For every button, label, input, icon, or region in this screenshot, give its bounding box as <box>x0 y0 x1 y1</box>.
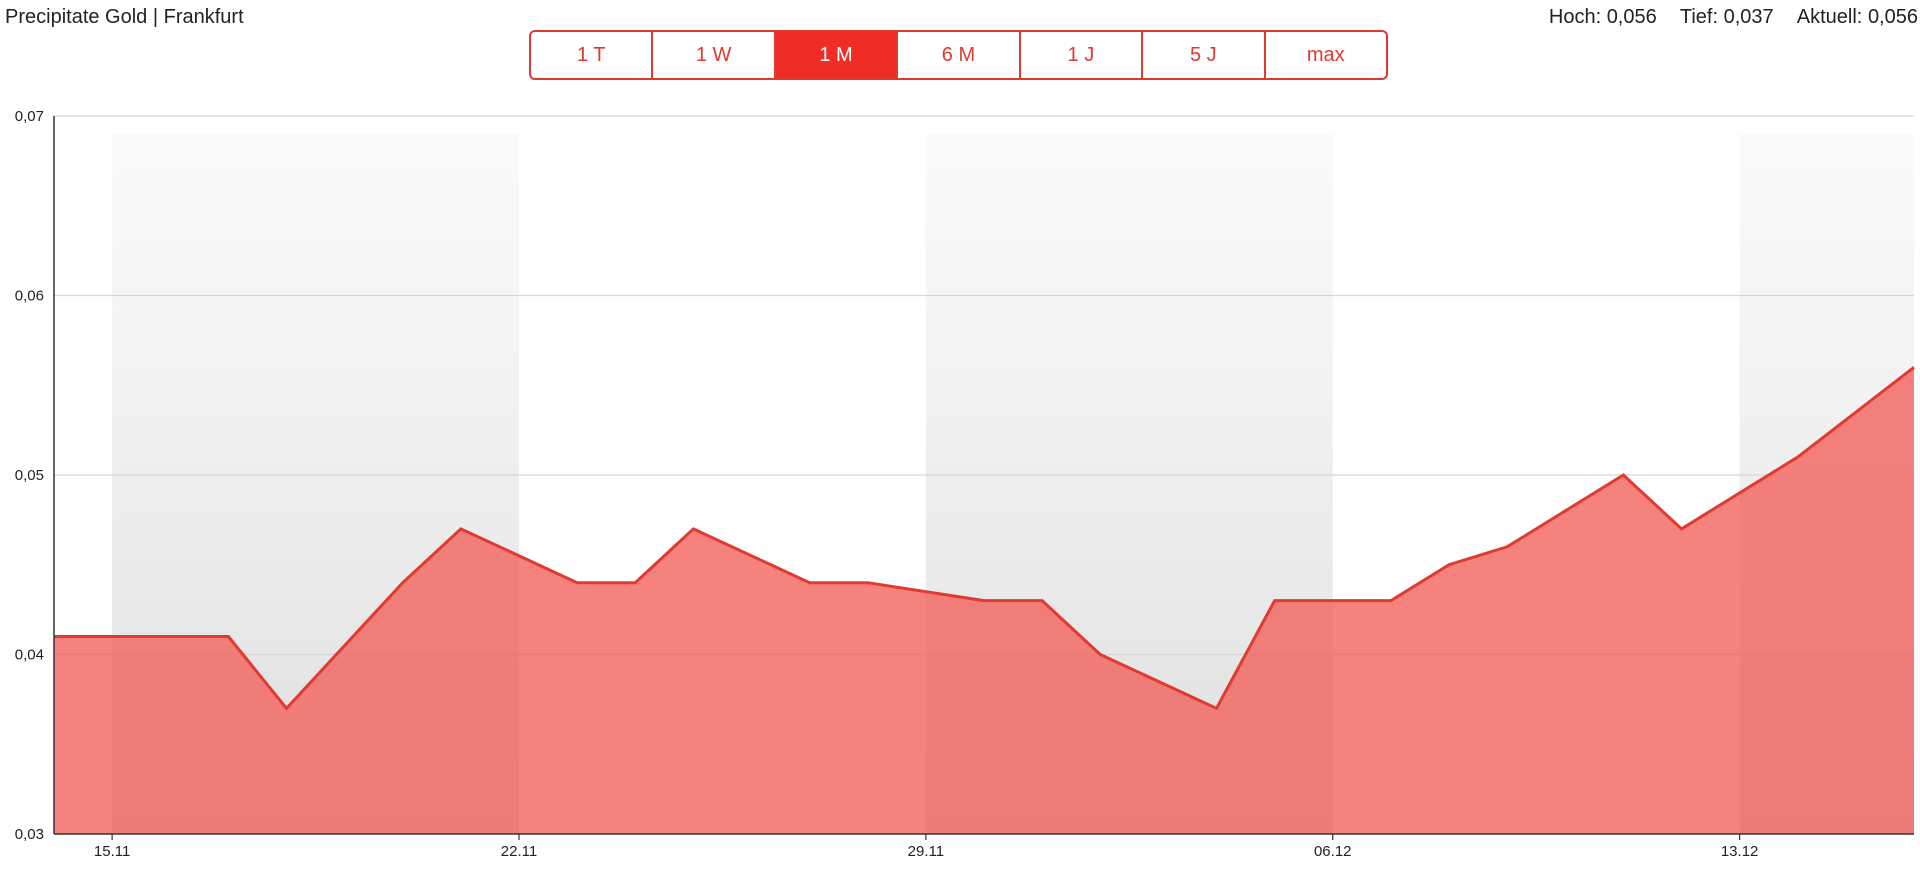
low-value: 0,037 <box>1723 6 1774 28</box>
current-label: Aktuell: <box>1796 6 1863 28</box>
range-button-max[interactable]: max <box>1266 32 1386 78</box>
range-button-6m[interactable]: 6 M <box>898 32 1021 78</box>
x-axis-labels: 15.11 22.11 29.11 06.12 13.12 <box>94 834 1758 860</box>
high-value: 0,056 <box>1606 6 1657 28</box>
current-value: 0,056 <box>1867 6 1918 28</box>
x-tick-label: 29.11 <box>908 843 944 860</box>
low-label: Tief: <box>1679 6 1719 28</box>
high-label: Hoch: <box>1548 6 1602 28</box>
range-button-5j[interactable]: 5 J <box>1143 32 1266 78</box>
x-tick-label: 13.12 <box>1721 843 1759 860</box>
y-tick-label: 0,07 <box>15 108 44 125</box>
y-tick-label: 0,05 <box>15 467 44 484</box>
range-button-1m[interactable]: 1 M <box>775 32 899 78</box>
price-chart: 0,03 0,04 0,05 0,06 0,07 15.11 22.11 29.11 06.1… <box>15 108 1915 860</box>
x-tick-label: 06.12 <box>1314 843 1352 860</box>
x-tick-label: 15.11 <box>94 843 130 860</box>
instrument-title: Precipitate Gold | Frankfurt <box>5 6 244 28</box>
y-tick-label: 0,04 <box>15 647 44 664</box>
y-axis-labels: 0,03 0,04 0,05 0,06 0,07 <box>15 108 44 843</box>
y-tick-label: 0,03 <box>15 826 44 843</box>
x-tick-label: 22.11 <box>501 843 537 860</box>
range-button-1t[interactable]: 1 T <box>531 32 654 78</box>
range-button-1j[interactable]: 1 J <box>1021 32 1144 78</box>
time-range-selector: 1 T 1 W 1 M 6 M 1 J 5 J max <box>529 30 1388 80</box>
y-tick-label: 0,06 <box>15 288 44 305</box>
range-button-1w[interactable]: 1 W <box>653 32 776 78</box>
price-stats: Hoch: 0,056 Tief: 0,037 Aktuell: 0,056 <box>1549 5 1918 29</box>
